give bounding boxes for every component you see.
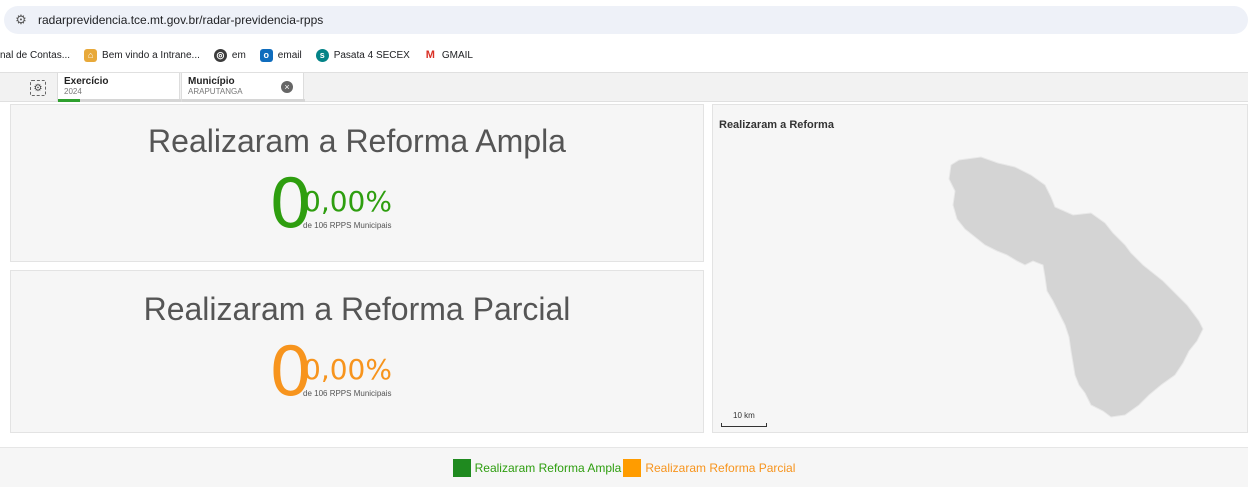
browser-address-bar: ⚙ radarprevidencia.tce.mt.gov.br/radar-p… <box>0 0 1248 40</box>
bookmark-tribunal[interactable]: nal de Contas... <box>0 50 70 61</box>
municipality-shape <box>948 156 1204 418</box>
bookmark-email[interactable]: o email <box>259 48 302 62</box>
gmail-icon: M <box>425 49 435 61</box>
filter-label: Exercício <box>64 76 109 87</box>
site-settings-icon[interactable]: ⚙ <box>10 9 32 31</box>
kpi-subtitle: de 106 RPPS Municipais <box>303 221 392 230</box>
filter-municipio[interactable]: Município ARAPUTANGA × <box>181 73 305 102</box>
bookmark-label: em <box>231 49 246 61</box>
bookmark-label: email <box>277 49 302 61</box>
bookmark-em[interactable]: ◎ em <box>213 48 246 62</box>
filter-selection-bar <box>182 99 305 102</box>
filter-selection-bar <box>58 99 181 102</box>
url-text[interactable]: radarprevidencia.tce.mt.gov.br/radar-pre… <box>38 13 323 27</box>
bookmark-label: Pasata 4 SECEX <box>333 49 410 61</box>
municipality-map[interactable] <box>713 105 1248 434</box>
kpi-title: Realizaram a Reforma Ampla <box>148 123 566 159</box>
legend-item-parcial[interactable]: Realizaram Reforma Parcial <box>623 458 796 477</box>
kpi-reforma-parcial[interactable]: Realizaram a Reforma Parcial 0 0,00% de … <box>10 270 704 433</box>
map-panel[interactable]: Realizaram a Reforma 10 km <box>712 104 1248 433</box>
filter-exercicio[interactable]: Exercício 2024 <box>57 73 181 102</box>
kpi-percent: 0,00% <box>303 353 392 386</box>
sharepoint-icon: s <box>315 48 329 62</box>
bookmark-intranet[interactable]: ⌂ Bem vindo a Intrane... <box>84 48 200 62</box>
clear-filter-icon[interactable]: × <box>281 81 293 93</box>
kpi-reforma-ampla[interactable]: Realizaram a Reforma Ampla 0 0,00% de 10… <box>10 104 704 262</box>
bookmark-pasta-secex[interactable]: s Pasata 4 SECEX <box>315 48 410 62</box>
bookmark-label: GMAIL <box>441 49 473 61</box>
url-field[interactable]: ⚙ radarprevidencia.tce.mt.gov.br/radar-p… <box>4 6 1248 34</box>
selection-tool-icon[interactable]: ⚙ <box>30 80 46 96</box>
map-scale-label: 10 km <box>733 411 755 420</box>
map-scale-bar <box>721 423 767 427</box>
bookmarks-bar: nal de Contas... ⌂ Bem vindo a Intrane..… <box>0 42 1248 68</box>
filter-bar: ⚙ Exercício 2024 Município ARAPUTANGA × <box>0 72 1248 102</box>
filter-value: 2024 <box>64 87 82 96</box>
legend-swatch <box>623 458 642 477</box>
legend: Realizaram Reforma Ampla Realizaram Refo… <box>0 447 1248 487</box>
outlook-icon: o <box>259 48 273 62</box>
legend-item-ampla[interactable]: Realizaram Reforma Ampla <box>452 458 622 477</box>
kpi-subtitle: de 106 RPPS Municipais <box>303 389 392 398</box>
kpi-title: Realizaram a Reforma Parcial <box>143 291 571 327</box>
legend-label: Realizaram Reforma Parcial <box>645 460 796 475</box>
intranet-icon: ⌂ <box>84 48 98 62</box>
globe-icon: ◎ <box>213 48 227 62</box>
legend-label: Realizaram Reforma Ampla <box>474 460 622 475</box>
bookmark-label: Bem vindo a Intrane... <box>102 49 200 61</box>
legend-swatch <box>452 458 471 477</box>
kpi-percent: 0,00% <box>303 185 392 218</box>
bookmark-gmail[interactable]: M GMAIL <box>424 49 473 62</box>
bookmark-label: nal de Contas... <box>0 49 71 61</box>
